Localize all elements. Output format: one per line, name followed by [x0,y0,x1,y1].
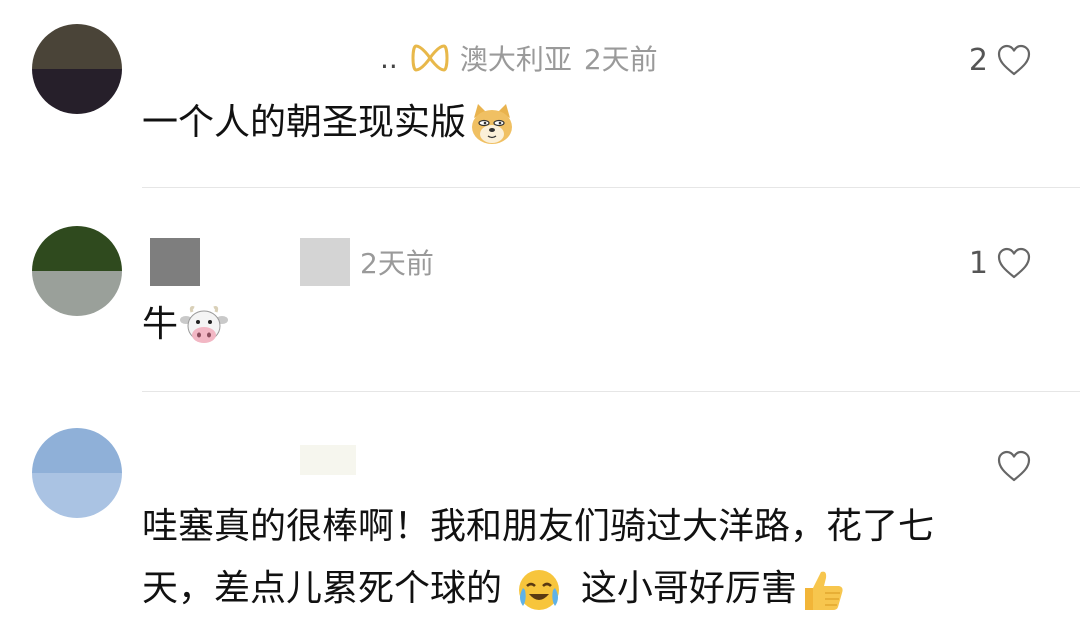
heart-icon[interactable] [996,449,1032,483]
like-button[interactable] [988,446,1032,486]
like-button[interactable]: 1 [969,243,1032,283]
badge-redacted [300,238,350,286]
comment-meta [300,440,356,480]
ribbon-badge-icon [411,44,449,72]
face-with-tears-emoji-icon [519,570,560,610]
like-count: 2 [968,42,988,78]
comment-meta: .. 澳大利亚 2天前 [380,38,658,78]
username-redacted[interactable] [150,238,200,286]
username-redacted[interactable]: .. [380,42,398,75]
like-count: 1 [968,245,988,281]
comment-text: 牛 [142,294,1040,356]
username-redacted[interactable] [300,445,356,475]
heart-icon[interactable] [996,246,1032,280]
avatar[interactable] [32,24,122,114]
divider [142,391,1080,392]
doge-emoji-icon [472,104,513,144]
thumbs-up-emoji-icon [804,571,843,610]
comment-text: 哇塞真的很棒啊！我和朋友们骑过大洋路，花了七 天，差点儿累死个球的 这小哥好厉害 [142,496,1040,620]
heart-icon[interactable] [996,43,1032,77]
comment-meta: 2天前 [150,238,434,286]
avatar[interactable] [32,428,122,518]
timestamp: 2天前 [360,247,434,280]
avatar[interactable] [32,226,122,316]
cow-face-emoji-icon [180,306,229,343]
divider [142,187,1080,188]
like-button[interactable]: 2 [969,40,1032,80]
timestamp: 2天前 [583,43,658,76]
location-label: 澳大利亚 [459,43,572,76]
comment-text: 一个人的朝圣现实版 [142,92,1040,154]
